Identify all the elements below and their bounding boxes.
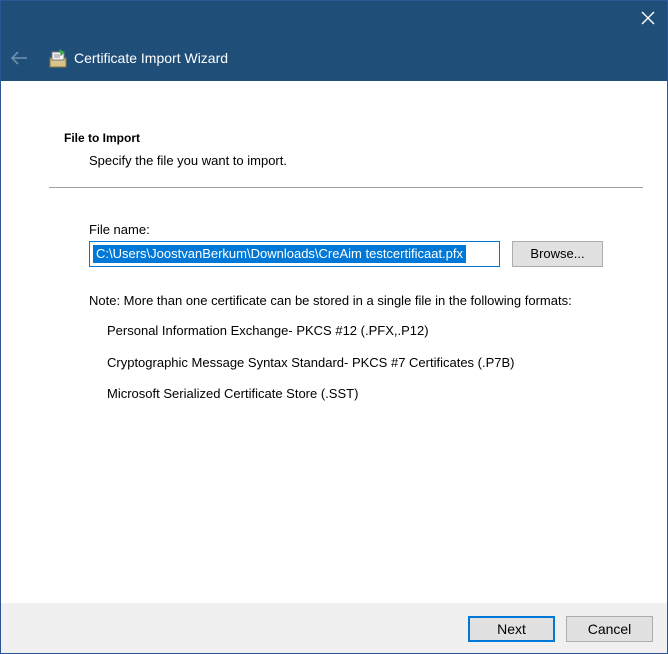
next-button[interactable]: Next [468,616,555,642]
page-title: File to Import [64,131,140,145]
file-name-input[interactable]: C:\Users\JoostvanBerkum\Downloads\CreAim… [89,241,500,267]
formats-note: Note: More than one certificate can be s… [89,293,572,308]
file-name-label: File name: [89,222,150,237]
certificate-import-wizard-window: Certificate Import Wizard File to Import… [0,0,668,654]
page-subtitle: Specify the file you want to import. [89,153,287,168]
wizard-header: Certificate Import Wizard [1,35,667,81]
wizard-title: Certificate Import Wizard [74,50,229,66]
wizard-footer: Next Cancel [1,603,667,653]
cancel-button[interactable]: Cancel [566,616,653,642]
back-arrow-icon[interactable] [9,49,29,67]
browse-button[interactable]: Browse... [512,241,603,267]
format-item: Personal Information Exchange- PKCS #12 … [107,323,429,338]
close-icon[interactable] [639,9,657,27]
certificate-wizard-icon [49,49,67,68]
format-item: Microsoft Serialized Certificate Store (… [107,386,359,401]
header-divider [49,187,643,188]
title-bar [1,1,667,35]
file-name-value: C:\Users\JoostvanBerkum\Downloads\CreAim… [93,245,467,263]
format-item: Cryptographic Message Syntax Standard- P… [107,355,515,370]
